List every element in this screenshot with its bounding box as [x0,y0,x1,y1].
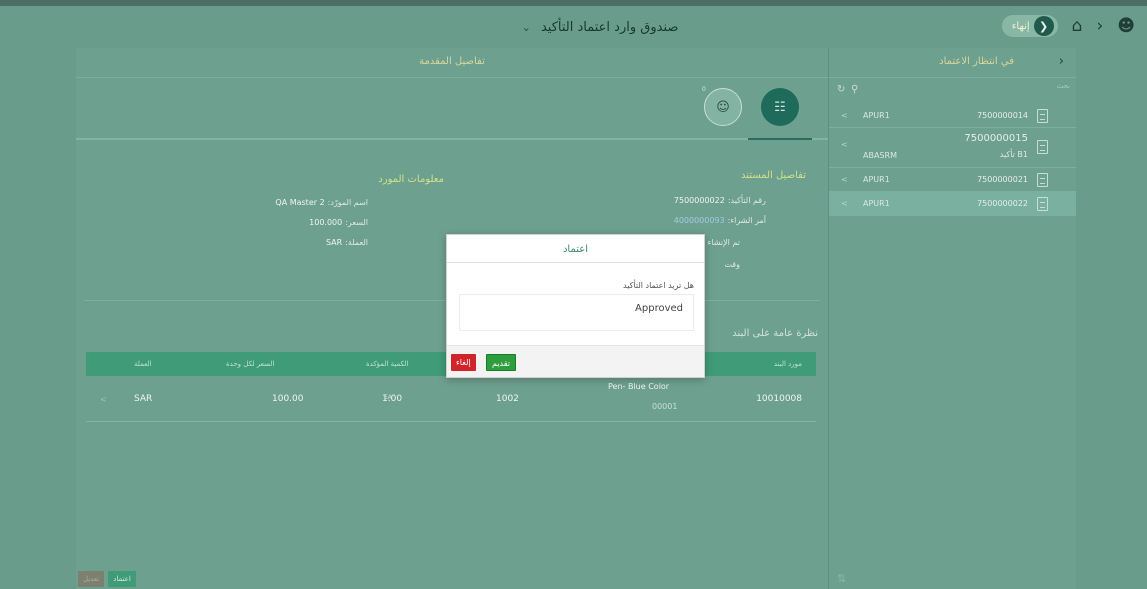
dialog-note-textarea[interactable]: Approved [459,294,694,331]
submit-button[interactable]: تقديم [486,354,517,371]
document-details-title: تفاصيل المستند [741,170,806,181]
field-confirmation-number: رقم التأكيد:7500000022 [674,196,766,205]
approve-button[interactable]: اعتماد [108,571,136,587]
master-title: في انتظار الاعتماد [939,56,1014,67]
list-item-vendor: ABASRM [863,151,897,160]
field-value: SAR [325,238,343,247]
list-item-number: 7500000021 [977,175,1028,184]
field-vendor-name: اسم المورّد:QA Master 2 [275,198,368,207]
home-pill-label: إنهاء [1011,20,1030,32]
column-header: الكمية المؤكدة [366,360,409,368]
list-item-number: 7500000015 [964,133,1028,144]
field-label: وقت [724,260,740,269]
dialog-footer: إلغاء تقديم [447,345,704,377]
field-label: تم الإنشاء [707,238,740,247]
list-item-number: 7500000022 [977,199,1028,208]
column-header: السعر لكل وحدة [226,360,275,368]
chevron-left-icon: < [841,140,848,149]
shell-title-dropdown[interactable]: ⌄ صندوق وارد اعتماد التأكيد [500,20,700,35]
approve-dialog: اعتماد هل تريد اعتماد التأكيد Approved إ… [446,234,705,378]
search-icon[interactable]: ⚲ [851,84,858,95]
field-value: 100.000 [309,218,343,227]
list-item[interactable]: < ABASRM 7500000015 تأكيد B1 [829,128,1076,168]
master-pane: في انتظار الاعتماد › ↻ ⚲ بحث < APUR1 750… [828,48,1076,589]
shell-bar: ⌄ صندوق وارد اعتماد التأكيد إنهاء ❯ ⌂ › … [0,0,1147,50]
column-header: العملة [134,360,152,368]
refresh-icon[interactable]: ↻ [837,84,845,95]
list-item[interactable]: < APUR1 7500000014 [829,104,1076,128]
field-time: وقت [721,260,740,269]
people-icon: ☺ [716,99,730,115]
master-footer: ⇅ [829,571,1076,589]
document-icon [1037,140,1048,154]
list-item-vendor: APUR1 [863,199,890,208]
dialog-question: هل تريد اعتماد التأكيد [623,281,694,290]
cell-price: 100.00 [272,394,304,404]
tab-underline [748,138,812,140]
field-label: اسم المورّد: [327,198,368,207]
document-icon [1037,173,1048,187]
dialog-title: اعتماد [447,235,704,263]
list-item-subtitle: تأكيد B1 [999,150,1028,159]
chevron-left-icon: < [841,199,848,208]
master-toolbar: ↻ ⚲ بحث [829,78,1076,104]
field-purchase-order: أمر الشراء:4000000093 [674,216,766,225]
items-overview-title: نظرة عامة على البند [732,328,818,339]
footer-toolbar: تعديل اعتماد [78,571,136,587]
field-currency: العملة:SAR [326,238,368,247]
chevron-down-icon: ⌄ [521,21,531,34]
field-value: 7500000022 [673,196,725,205]
chevron-left-icon: < [841,111,848,120]
cell-material-code: 00001 [652,402,678,411]
tab-badge: 0 [702,86,706,93]
cancel-button[interactable]: إلغاء [451,354,476,371]
field-created: تم الإنشاء [705,238,740,247]
list-item-vendor: APUR1 [863,175,890,184]
master-header: في انتظار الاعتماد › [829,48,1076,78]
column-header: مورد البند [773,360,802,368]
chevron-left-icon: < [841,175,848,184]
list-item[interactable]: < APUR1 7500000021 [829,168,1076,192]
table-row[interactable]: 10010008 Pen- Blue Color 00001 1002 EA 1.… [86,376,816,422]
purchase-order-link[interactable]: 4000000093 [674,216,725,225]
back-icon[interactable]: › [1059,54,1064,69]
home-pill[interactable]: إنهاء ❯ [1001,15,1058,37]
list-item-number: 7500000014 [977,111,1028,120]
shell-actions: إنهاء ❯ ⌂ › ☻ [1001,15,1135,37]
icon-tab-bar: 0 ☺ ☷ [76,78,828,140]
cell-material: Pen- Blue Color [608,382,670,391]
field-label: رقم التأكيد: [727,196,766,205]
vendor-info-title: معلومات المورد [378,174,444,185]
field-price: السعر:100.000 [309,218,368,227]
cell-qty-value: 1.00 [382,394,403,404]
cell-plant: 1002 [496,394,519,404]
list-item-vendor: APUR1 [863,111,890,120]
user-icon[interactable]: ☻ [1117,16,1135,36]
forward-arrow-icon: ❯ [1033,16,1054,36]
detail-header: تفاصيل المقدمة [76,48,828,78]
tab-document[interactable]: ☷ [761,88,799,126]
field-value: QA Master 2 [275,198,325,207]
field-label: السعر: [345,218,368,227]
document-icon: ☷ [774,99,786,115]
chevron-right-icon[interactable]: › [1096,16,1103,36]
sort-icon[interactable]: ⇅ [837,572,846,585]
field-label: العملة: [345,238,368,247]
list-item-selected[interactable]: < APUR1 7500000022 [829,192,1076,216]
chevron-left-icon: < [100,395,107,404]
field-label: أمر الشراء: [727,216,766,225]
shell-title: صندوق وارد اعتماد التأكيد [540,20,679,35]
cell-vendor-item: 10010008 [756,394,802,404]
search-label: بحث [1056,82,1070,90]
cell-currency: SAR [134,394,153,404]
document-icon [1037,197,1048,211]
document-icon [1037,109,1048,123]
edit-button[interactable]: تعديل [78,571,105,587]
tab-contacts[interactable]: ☺ [704,88,742,126]
home-icon[interactable]: ⌂ [1072,16,1083,36]
